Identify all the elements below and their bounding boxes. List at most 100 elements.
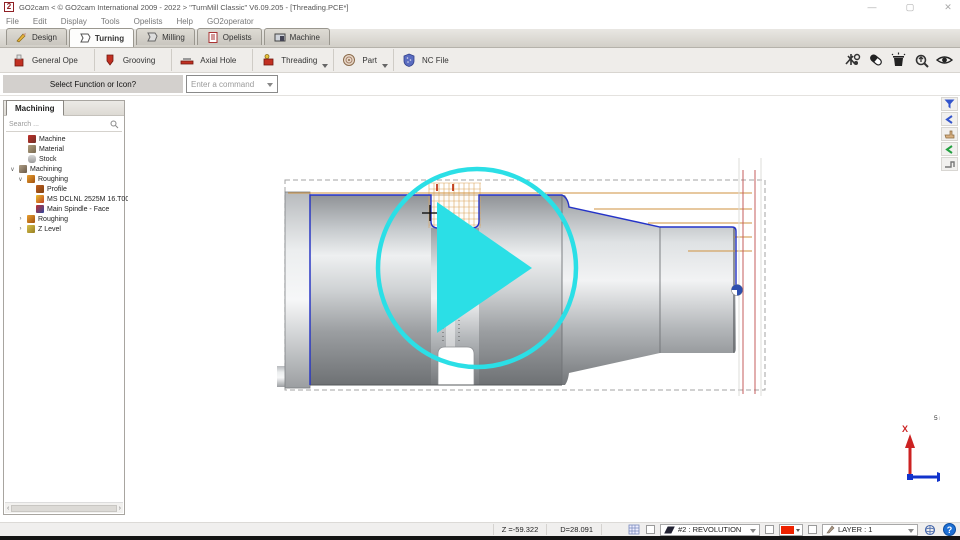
scroll-left-icon[interactable]: ‹	[7, 505, 9, 512]
zlevel-node-icon	[27, 225, 35, 233]
z-coordinate-readout: Z =-59.322	[493, 524, 547, 535]
tree-item-material[interactable]: Material	[4, 144, 124, 154]
threading-button[interactable]: Threading	[252, 49, 333, 71]
part-dropdown-icon[interactable]	[382, 64, 388, 68]
expander-icon[interactable]: ∨	[17, 176, 24, 183]
chevron-down-icon	[796, 529, 800, 532]
menu-bar: File Edit Display Tools Opelists Help GO…	[0, 14, 960, 29]
lathe-chuck-icon	[79, 33, 91, 44]
tab-machine[interactable]: Machine	[264, 28, 330, 45]
filter-button[interactable]	[941, 97, 958, 111]
menu-file[interactable]: File	[6, 17, 19, 26]
axial-hole-button[interactable]: Axial Hole	[171, 49, 252, 71]
machining-panel: Machining Search ... Machine Material St…	[3, 100, 125, 515]
general-ope-button[interactable]: General Ope	[4, 49, 94, 71]
pick-hand-button[interactable]	[941, 127, 958, 141]
ribbon-tab-row: Design Turning Milling Opelists	[0, 29, 960, 48]
menu-opelists[interactable]: Opelists	[134, 17, 163, 26]
menu-display[interactable]: Display	[61, 17, 87, 26]
layer-selector[interactable]: LAYER : 1	[822, 524, 918, 536]
view-3d-button[interactable]	[923, 523, 938, 536]
roughing-node-icon	[27, 175, 35, 183]
threading-dropdown-icon[interactable]	[322, 64, 328, 68]
grooving-icon	[103, 53, 117, 67]
tool-view-button[interactable]	[941, 157, 958, 171]
chevron-down-icon	[267, 83, 273, 87]
tools-screws-icon[interactable]	[843, 51, 862, 69]
search-input[interactable]: Search ...	[6, 118, 122, 132]
grid-toggle-button[interactable]	[626, 524, 641, 536]
color-selector[interactable]	[779, 524, 803, 536]
close-button[interactable]: ✕	[942, 2, 954, 13]
tab-milling[interactable]: Milling	[136, 28, 195, 45]
part-3d-model	[277, 192, 736, 388]
tab-design[interactable]: Design	[6, 28, 67, 45]
grooving-button[interactable]: Grooving	[94, 49, 171, 71]
clamp-marker	[732, 285, 743, 296]
tree-item-machine[interactable]: Machine	[4, 134, 124, 144]
tree-item-z-level[interactable]: › Z Level	[4, 224, 124, 234]
general-ope-icon	[12, 53, 26, 67]
help-icon[interactable]: ?	[943, 523, 956, 536]
cutter-icon	[944, 160, 955, 169]
hand-icon	[944, 129, 955, 139]
color-checkbox[interactable]	[765, 525, 774, 534]
prev-blue-button[interactable]	[941, 112, 958, 126]
sync-lines	[739, 158, 761, 396]
scrollbar-thumb[interactable]	[11, 505, 116, 512]
plane-selector[interactable]: #2 : REVOLUTION	[660, 524, 760, 536]
maximize-button[interactable]: ▢	[904, 2, 916, 13]
stock-node-icon	[28, 155, 36, 163]
title-bar: 2 GO2cam < © GO2cam International 2009 -…	[0, 0, 960, 14]
chevron-left-green-icon	[945, 145, 954, 154]
layer-checkbox[interactable]	[808, 525, 817, 534]
tree-item-machining[interactable]: ∨ Machining	[4, 164, 124, 174]
tree-item-tool[interactable]: MS DCLNL 2525M 16.T00	[4, 194, 124, 204]
tree-item-main-spindle[interactable]: Main Spindle - Face	[4, 204, 124, 214]
scroll-right-icon[interactable]: ›	[119, 505, 121, 512]
nc-file-shield-icon	[402, 53, 416, 67]
tree-item-profile[interactable]: Profile	[4, 184, 124, 194]
chevron-down-icon	[908, 529, 914, 533]
expander-icon[interactable]: ›	[17, 216, 24, 222]
ribbon-toolbar: General Ope Grooving Axial Hole Threadin…	[0, 48, 960, 73]
menu-help[interactable]: Help	[177, 17, 193, 26]
part-icon	[342, 53, 356, 67]
tree-item-roughing-1[interactable]: ∨ Roughing	[4, 174, 124, 184]
expander-icon[interactable]: ∨	[9, 166, 16, 173]
viewport-canvas[interactable]: 5 mm X Z	[128, 96, 940, 522]
expander-icon[interactable]: ›	[17, 226, 24, 232]
eraser-icon[interactable]	[866, 51, 885, 69]
search-placeholder: Search ...	[9, 121, 39, 128]
bottom-black-bar	[0, 536, 960, 540]
app-icon: 2	[4, 2, 14, 12]
machining-node-icon	[19, 165, 27, 173]
threading-icon	[261, 53, 275, 67]
clean-trash-icon[interactable]	[889, 51, 908, 69]
mill-cutter-icon	[146, 32, 158, 43]
horizontal-scrollbar[interactable]: ‹ ›	[5, 502, 123, 513]
tab-opelists[interactable]: Opelists	[197, 28, 262, 45]
menu-edit[interactable]: Edit	[33, 17, 47, 26]
search-icon	[110, 120, 119, 129]
command-combobox[interactable]: Enter a command	[186, 75, 278, 93]
nc-file-button[interactable]: NC File	[393, 49, 465, 71]
filter-icon	[944, 99, 955, 109]
zoom-extents-icon[interactable]	[912, 51, 931, 69]
tree-item-roughing-2[interactable]: › Roughing	[4, 214, 124, 224]
part-button[interactable]: Part	[333, 49, 393, 71]
plane-checkbox[interactable]	[646, 525, 655, 534]
prev-green-button[interactable]	[941, 142, 958, 156]
tree-item-stock[interactable]: Stock	[4, 154, 124, 164]
tab-turning[interactable]: Turning	[69, 28, 134, 47]
tab-machining-panel[interactable]: Machining	[6, 100, 64, 116]
list-doc-icon	[207, 32, 219, 43]
menu-tools[interactable]: Tools	[101, 17, 120, 26]
minimize-button[interactable]: —	[866, 2, 878, 12]
material-node-icon	[28, 145, 36, 153]
menu-go2operator[interactable]: GO2operator	[207, 17, 254, 26]
machine-icon	[274, 32, 286, 43]
view-toolbar-bottom	[843, 51, 954, 69]
eye-visibility-icon[interactable]	[935, 51, 954, 69]
scale-ruler: 5 mm	[934, 390, 940, 422]
